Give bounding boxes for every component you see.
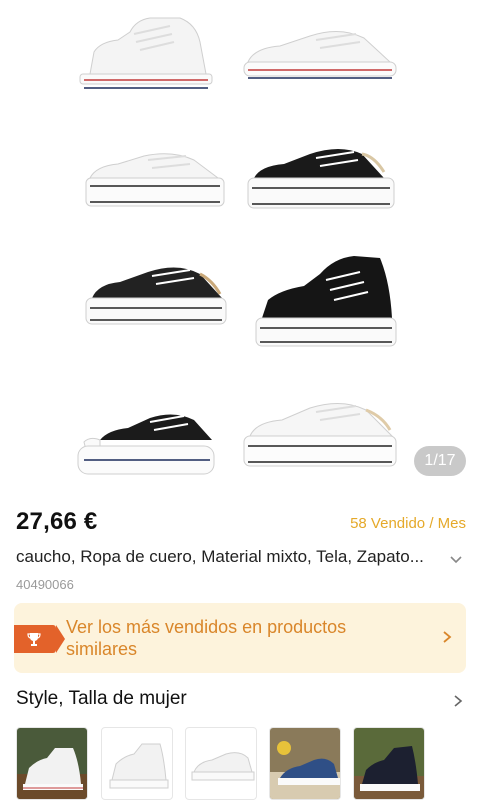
shoe-thumbnail-image xyxy=(354,728,424,799)
product-image-gallery[interactable]: 1/17 xyxy=(0,0,482,490)
shoe-white-lift-low-image xyxy=(243,403,397,467)
chevron-right-icon[interactable] xyxy=(452,693,464,709)
shoe-white-low-top-image xyxy=(243,31,397,79)
thumb-white-high-top[interactable] xyxy=(16,727,88,800)
shoe-white-high-top-image xyxy=(79,17,213,89)
chevron-right-icon[interactable] xyxy=(440,629,454,645)
product-price: 27,66 € xyxy=(16,508,98,535)
shoe-thumbnail-image xyxy=(17,728,87,799)
best-sellers-link-text[interactable]: Ver los más vendidos en productos simila… xyxy=(66,616,406,660)
trophy-badge xyxy=(14,625,65,653)
shoe-black-leather-low-image xyxy=(85,267,227,325)
sold-per-month: 58 Vendido / Mes xyxy=(350,515,466,532)
product-materials[interactable]: caucho, Ropa de cuero, Material mixto, T… xyxy=(16,547,446,567)
shoe-thumbnail-image xyxy=(109,743,169,789)
trophy-icon xyxy=(27,633,41,646)
thumb-black-high[interactable] xyxy=(353,727,425,800)
shoe-black-platform-low-image xyxy=(247,149,395,209)
shoe-white-platform-low-image xyxy=(85,153,225,207)
shoe-black-platform-high-image xyxy=(255,256,397,347)
style-section-title[interactable]: Style, Talla de mujer xyxy=(16,688,187,710)
product-sku: 40490066 xyxy=(16,577,74,592)
chevron-down-icon[interactable] xyxy=(448,552,464,568)
shoe-black-move-low-image xyxy=(77,414,215,475)
style-thumbnail-list xyxy=(16,727,482,800)
best-sellers-banner[interactable]: Ver los más vendidos en productos simila… xyxy=(14,603,466,673)
thumb-white-high[interactable] xyxy=(101,727,173,800)
shoe-thumbnail-image xyxy=(270,728,340,799)
image-counter-badge: 1/17 xyxy=(414,446,466,476)
thumb-blue-low[interactable] xyxy=(269,727,341,800)
shoe-thumbnail-image xyxy=(191,752,255,781)
thumb-white-low[interactable] xyxy=(185,727,257,800)
